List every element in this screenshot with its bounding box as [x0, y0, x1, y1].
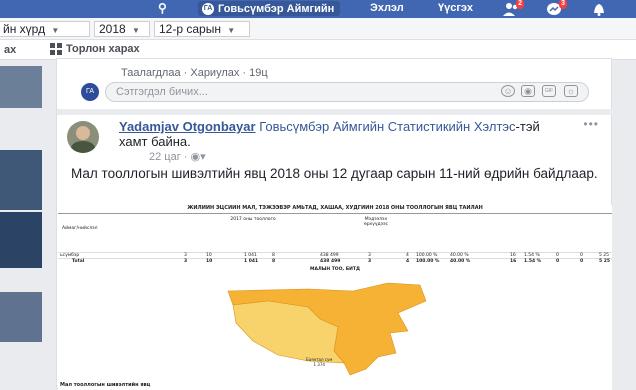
author-avatar[interactable]: [67, 121, 99, 153]
comment-composer: ГА Сэтгэгдэл бичих... ☺ ◉ GIF ☼: [81, 81, 591, 103]
page-shortcut[interactable]: ГА Говьсүмбэр Аймгийн: [198, 1, 341, 16]
camera-icon[interactable]: ◉: [521, 85, 535, 97]
friend-requests-icon[interactable]: 2: [502, 0, 524, 18]
photo-thumbnail[interactable]: [0, 212, 42, 268]
page-avatar-icon: ГА: [202, 2, 214, 15]
chevron-down-icon: ▼: [227, 26, 236, 35]
messages-badge: 3: [559, 0, 567, 9]
month-dropdown[interactable]: 12-р сарын ▼: [154, 21, 250, 37]
report-title: ЖИЛИЙН ЭЦСИЙН МАЛ, ТЭЖЭЭВЭР АМЬТАД, ХАША…: [187, 205, 483, 211]
tab-list[interactable]: ах: [4, 44, 16, 56]
comment-input[interactable]: Сэтгэгдэл бичих...: [105, 82, 589, 102]
page-avatar-icon: ГА: [81, 83, 99, 101]
photo-thumbnail[interactable]: [0, 292, 42, 342]
tagged-page[interactable]: Говьсүмбэр Аймгийн Статистикийн Хэлтэс: [259, 119, 515, 134]
district-value: йн хүрд: [3, 22, 46, 36]
facebook-top-bar: ⚲ ГА Говьсүмбэр Аймгийн Эхлэл Үүсгэх 2 3: [0, 0, 636, 18]
messenger-icon[interactable]: 3: [545, 0, 567, 18]
previous-comment-actions[interactable]: Таалагдлаа · Хариулах · 19ц: [121, 67, 268, 79]
year-dropdown[interactable]: 2018 ▼: [94, 21, 150, 37]
post: Yadamjav Otgonbayar Говьсүмбэр Аймгийн С…: [57, 115, 613, 390]
attached-report-image[interactable]: ЖИЛИЙН ЭЦСИЙН МАЛ, ТЭЖЭЭВЭР АМЬТАД, ХАША…: [58, 205, 612, 390]
chevron-down-icon: ▼: [132, 26, 140, 35]
table-row: Total 3 10 1 041 8 438 499 3 4 100.00 % …: [58, 258, 612, 264]
feed-card: Таалагдлаа · Хариулах · 19ц ГА Сэтгэгдэл…: [56, 58, 613, 390]
post-meta: 22 цаг · ◉▾: [149, 150, 206, 163]
notification-badge: 2: [516, 0, 524, 9]
nav-home[interactable]: Эхлэл: [370, 2, 404, 14]
emoji-icon[interactable]: ☺: [501, 85, 515, 97]
filter-bar: йн хүрд ▼ 2018 ▼ 12-р сарын ▼: [0, 18, 636, 40]
globe-icon: ◉▾: [190, 151, 206, 163]
post-header: Yadamjav Otgonbayar Говьсүмбэр Аймгийн С…: [119, 119, 565, 149]
gif-icon[interactable]: GIF: [542, 85, 556, 97]
col-region: Аймаг/нийслэл: [62, 226, 98, 231]
map-district-label: Баянтал сум 1 374: [306, 357, 333, 367]
post-time[interactable]: 22 цаг ·: [149, 151, 191, 163]
photo-thumbnail[interactable]: [0, 150, 42, 210]
more-options-icon[interactable]: •••: [583, 117, 599, 131]
summary-table: Аймаг/нийслэл 2017 оны тооллого Мэдээлэх…: [58, 213, 612, 265]
author-name[interactable]: Yadamjav Otgonbayar: [119, 119, 256, 134]
notifications-bell-icon[interactable]: [590, 0, 608, 18]
col-enumerated: Мэдээлэх өрхүүдээс: [363, 217, 389, 227]
year-value: 2018: [99, 22, 126, 36]
page-name: Говьсүмбэр Аймгийн: [218, 2, 335, 15]
district-dropdown[interactable]: йн хүрд ▼: [0, 21, 90, 37]
tab-grid-view[interactable]: Торлон харах: [50, 43, 140, 55]
chevron-down-icon: ▼: [51, 26, 60, 35]
view-tabs: ах Торлон харах: [0, 40, 636, 60]
photo-thumbnail[interactable]: [0, 66, 42, 108]
search-icon[interactable]: ⚲: [158, 1, 167, 15]
col-year-group: 2017 оны тооллого: [230, 217, 276, 222]
left-photo-column: [0, 62, 44, 389]
progress-table-title: Мал тооллогын шивэлтийн явц: [60, 382, 151, 388]
sticker-icon[interactable]: ☼: [564, 85, 578, 97]
grid-icon: [50, 43, 62, 55]
tab-grid-label: Торлон харах: [66, 43, 140, 55]
post-text: Мал тооллогын шивэлтийн явц 2018 оны 12 …: [71, 166, 598, 181]
nav-create[interactable]: Үүсгэх: [438, 2, 473, 14]
month-value: 12-р сарын: [159, 22, 221, 36]
